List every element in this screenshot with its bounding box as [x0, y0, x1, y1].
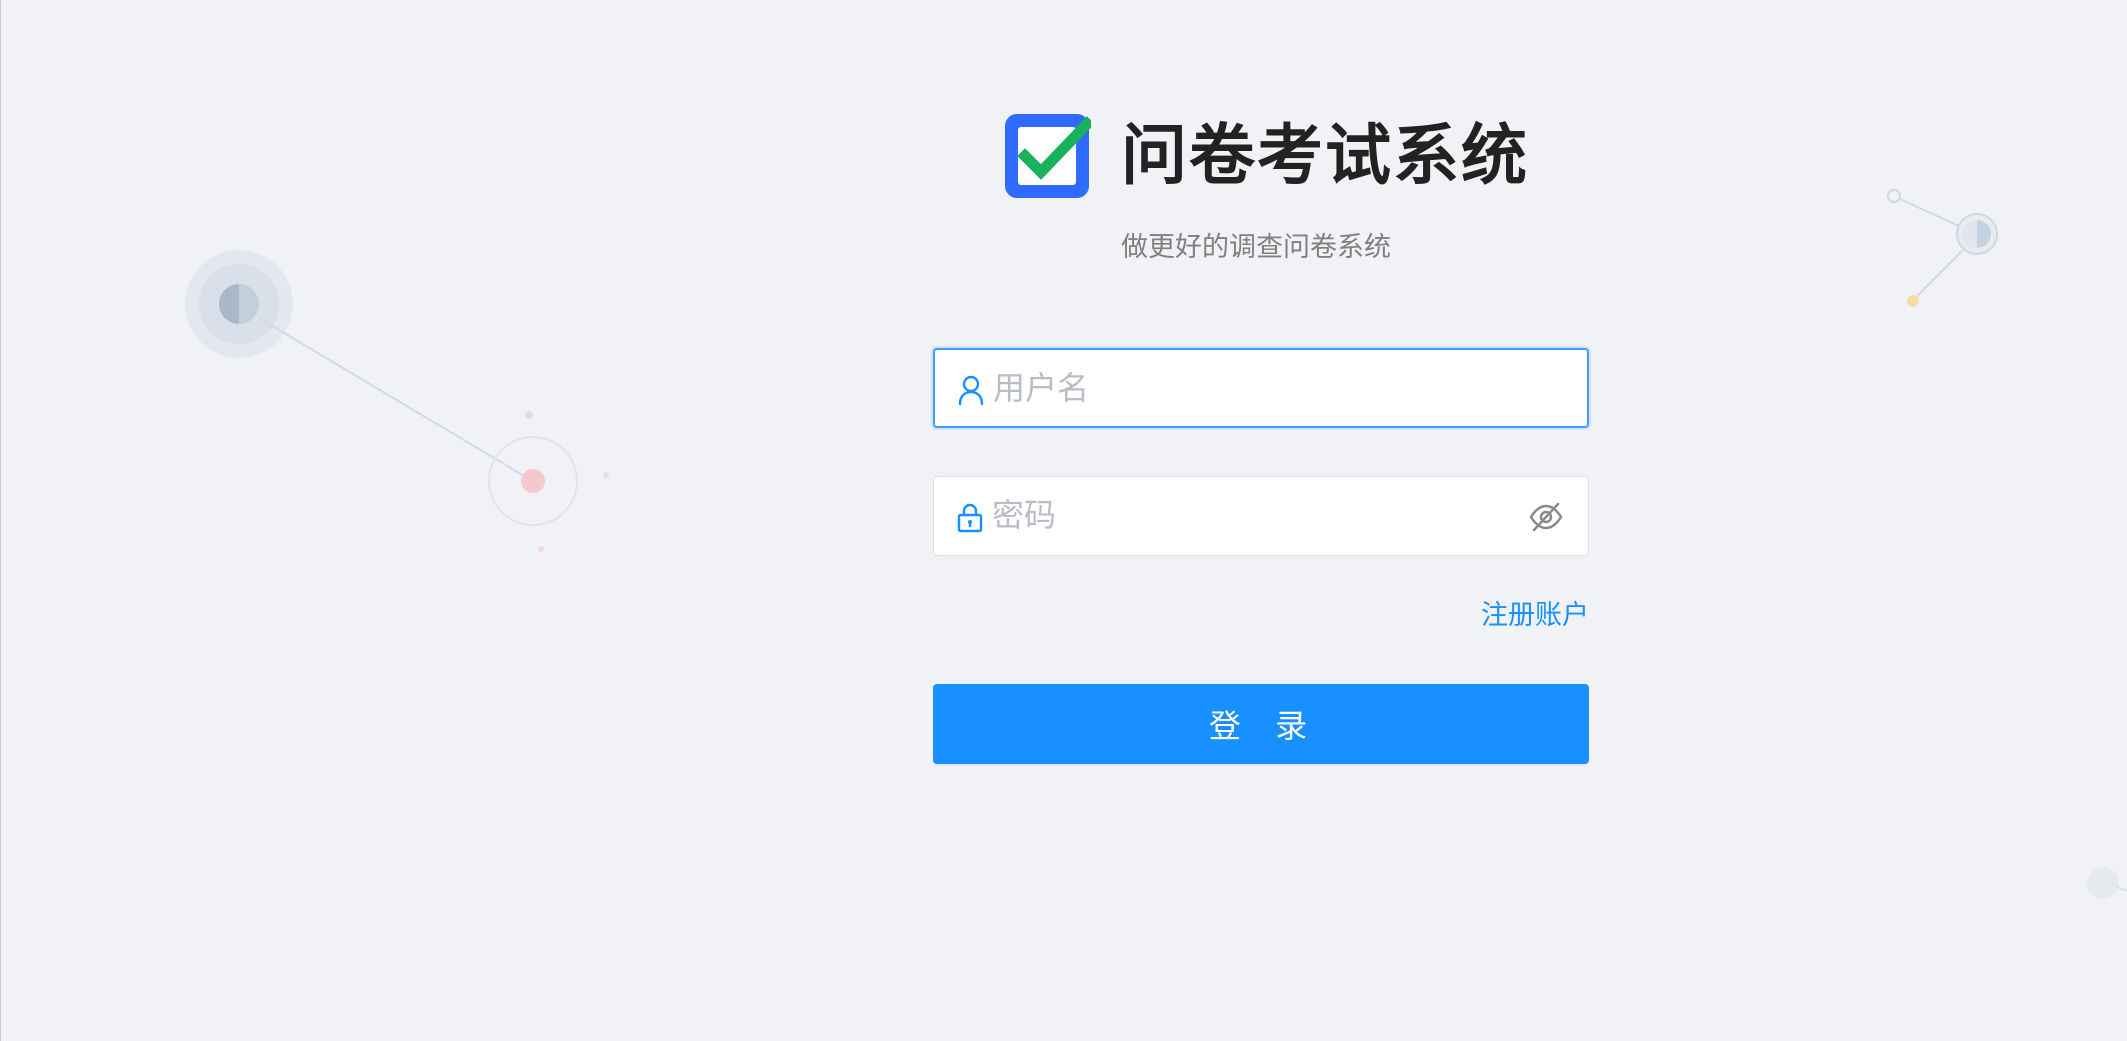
password-field[interactable]	[933, 476, 1589, 556]
deco-dot-yellow	[1907, 295, 1919, 307]
deco-node-left-half	[219, 284, 239, 324]
deco-line-right-2	[1916, 249, 1964, 297]
eye-hidden-icon[interactable]	[1528, 499, 1564, 535]
deco-halo-inner	[199, 264, 279, 344]
login-form: 注册账户 登 录	[933, 348, 1589, 764]
deco-halo-outer	[185, 250, 293, 358]
deco-line-bottom-right	[2116, 886, 2127, 892]
lock-icon	[957, 503, 983, 533]
deco-dot-bottom-right	[2087, 867, 2119, 899]
checkbox-logo-icon	[1005, 114, 1091, 198]
username-input[interactable]	[993, 350, 1493, 426]
username-field[interactable]	[933, 348, 1589, 428]
login-button[interactable]: 登 录	[933, 684, 1589, 764]
deco-node-right-half	[1963, 220, 1977, 248]
app-subtitle: 做更好的调查问卷系统	[1121, 232, 1391, 263]
app-title: 问卷考试系统	[1121, 117, 1529, 194]
deco-dot-small-2	[603, 472, 609, 478]
user-icon	[958, 375, 984, 406]
deco-dot-small-3	[538, 546, 544, 552]
login-page: 问卷考试系统 做更好的调查问卷系统 用户名 注册账户 登 录	[0, 0, 2127, 1041]
deco-dot-pink	[521, 469, 545, 493]
password-input[interactable]	[992, 477, 1492, 553]
app-header: 问卷考试系统	[1, 110, 2127, 210]
register-row: 注册账户	[933, 596, 1589, 636]
deco-node-left	[219, 284, 259, 324]
deco-dot-small-1	[525, 411, 533, 419]
deco-node-right	[1963, 220, 1991, 248]
deco-node-right-ring	[1956, 213, 1998, 255]
deco-line-left	[258, 317, 532, 481]
deco-ring-pink	[488, 436, 578, 526]
register-account-link[interactable]: 注册账户	[1481, 596, 1589, 636]
